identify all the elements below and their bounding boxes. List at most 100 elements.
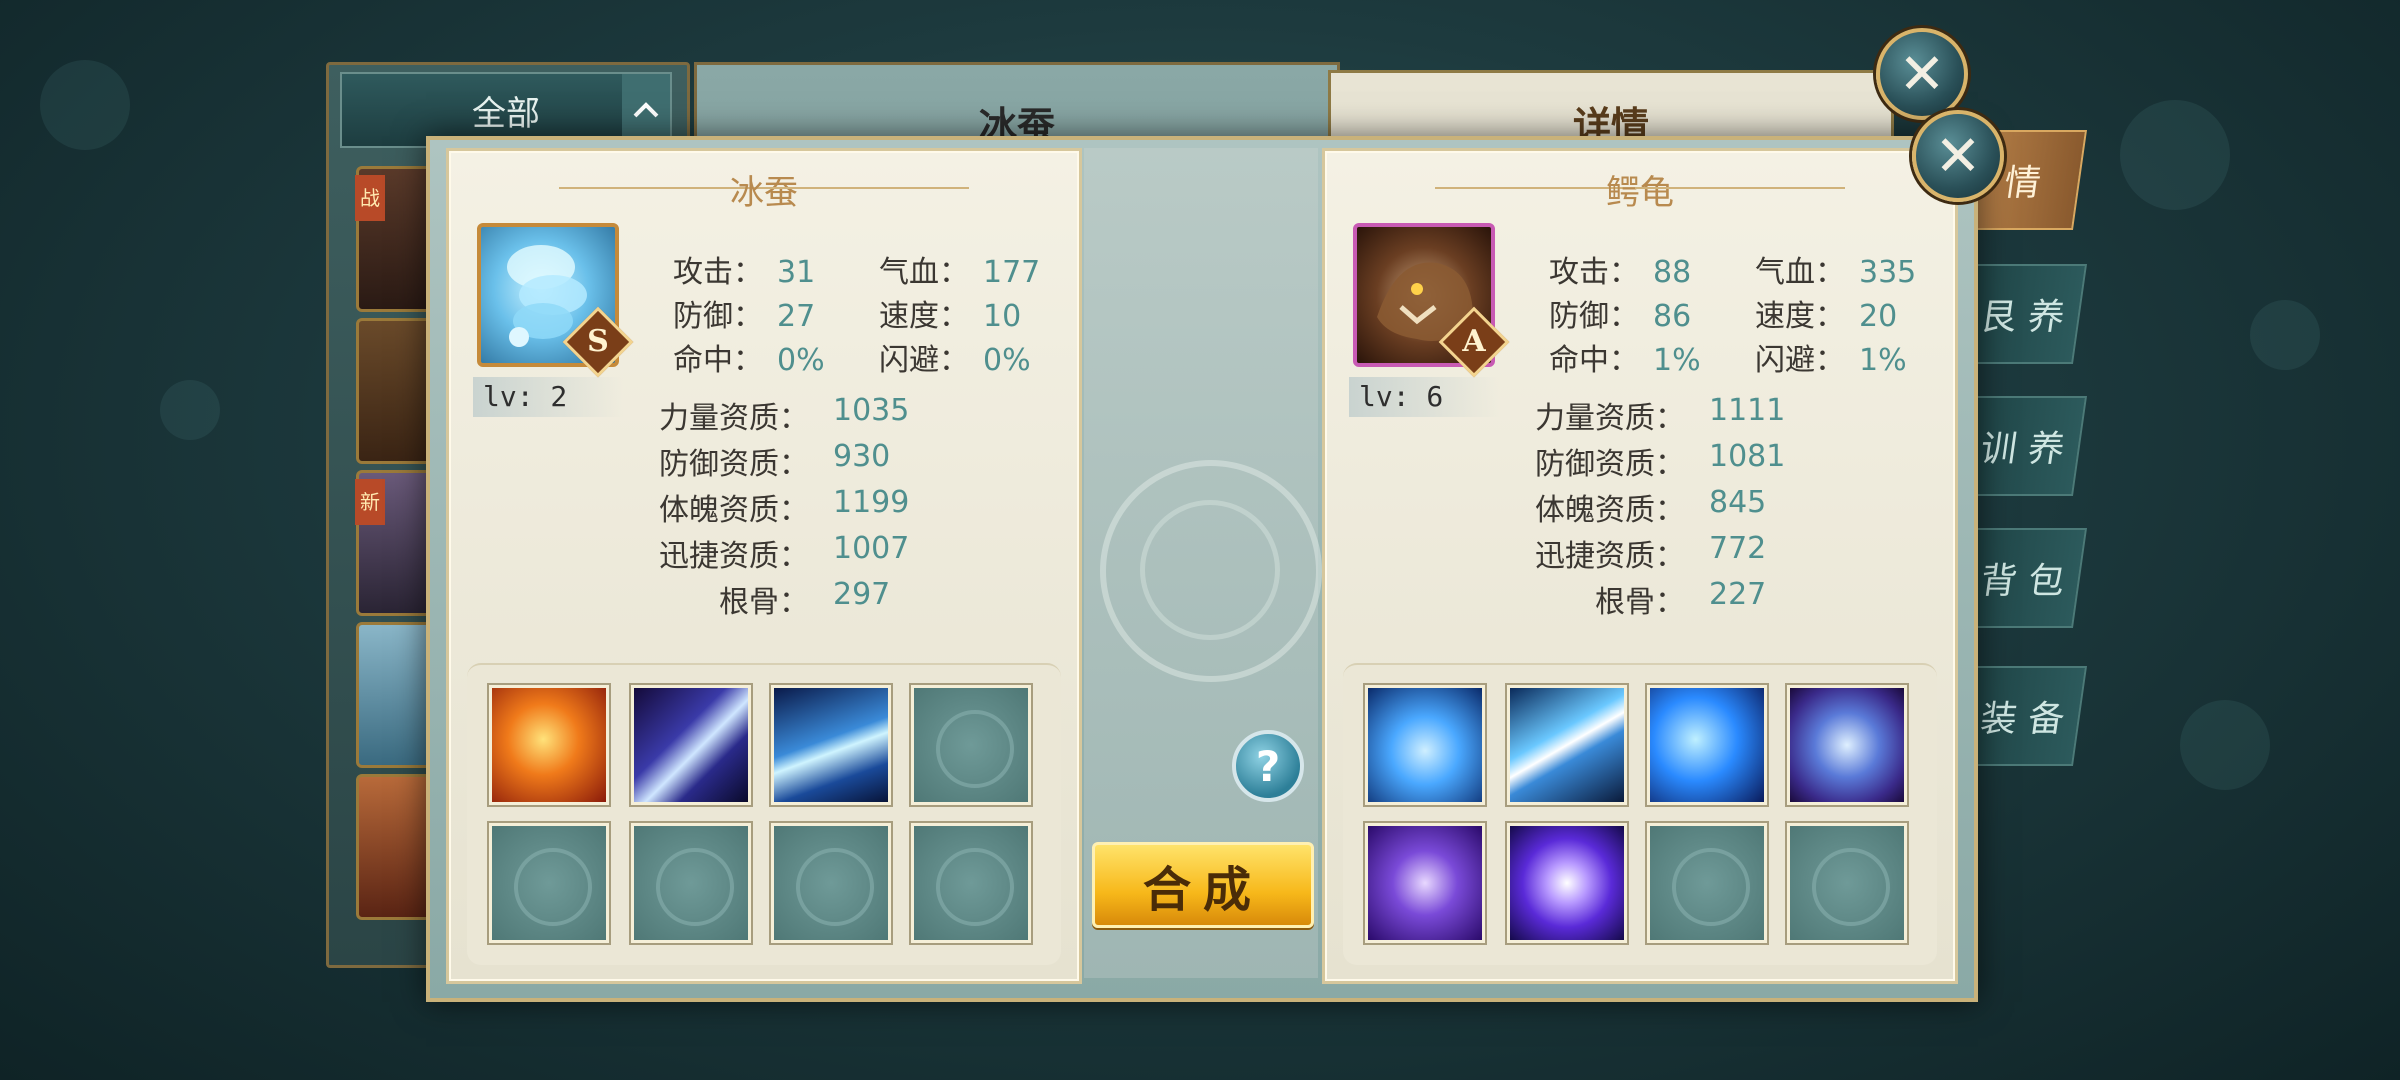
right-skill-grid <box>1343 663 1937 965</box>
title-ornament <box>1635 187 1845 189</box>
stat-attack: 攻击： 88 <box>1549 247 1691 291</box>
blue-beast-skill-icon[interactable] <box>1647 685 1767 805</box>
stat-value: 88 <box>1653 255 1692 290</box>
energy-orb-skill-icon[interactable] <box>1507 823 1627 943</box>
stat-label: 防御： <box>1549 299 1639 334</box>
stat-label: 气血： <box>879 255 969 290</box>
stat-value: 10 <box>983 299 1022 334</box>
stat-label: 闪避： <box>879 343 969 378</box>
background-bokeh <box>160 380 220 440</box>
aptitude-value: 1081 <box>1709 439 1786 474</box>
void-vortex-skill-icon[interactable] <box>1365 823 1485 943</box>
stat-label: 闪避： <box>1755 343 1845 378</box>
aptitude-value: 1035 <box>833 393 910 428</box>
stat-label: 攻击： <box>1549 255 1639 290</box>
tab-raise[interactable]: 艮 养 <box>1958 264 2088 364</box>
background-bokeh <box>2180 700 2270 790</box>
tab-label: 艮 养 <box>1977 297 2068 338</box>
stat-label: 速度： <box>879 299 969 334</box>
empty-skill-slot[interactable] <box>771 823 891 943</box>
fire-orb-skill-icon[interactable] <box>489 685 609 805</box>
pet-tag: 新 <box>355 479 385 525</box>
aptitude-label: 根骨： <box>719 585 809 620</box>
left-pet-panel: 冰蚕 S lv: 2 攻击： 31 气血： 177 防御： 27 速度： 10 命中： 0… <box>446 148 1082 984</box>
close-icon[interactable]: ✕ <box>1912 110 2004 202</box>
shield-skill-icon[interactable] <box>1787 685 1907 805</box>
right-pet-name: 鳄龟 <box>1606 173 1674 213</box>
stat-label: 防御： <box>673 299 763 334</box>
aptitude-label: 防御资质： <box>659 447 809 482</box>
stat-label: 命中： <box>1549 343 1639 378</box>
right-pet-panel: 鳄龟 A lv: 6 攻击： 88 气血： 335 防御： 86 速度： 20 命中： 1… <box>1322 148 1958 984</box>
background-bokeh <box>40 60 130 150</box>
stat-label: 气血： <box>1755 255 1845 290</box>
stat-label: 速度： <box>1755 299 1845 334</box>
stat-hp: 气血： 335 <box>1755 247 1916 291</box>
claw-slash-skill-icon[interactable] <box>631 685 751 805</box>
pet-tag: 战 <box>355 175 385 221</box>
aptitude-label: 迅捷资质： <box>1535 539 1685 574</box>
close-icon[interactable]: ✕ <box>1876 28 1968 120</box>
lightning-skill-icon[interactable] <box>1507 685 1627 805</box>
aptitude-label: 力量资质： <box>1535 401 1685 436</box>
stat-value: 86 <box>1653 299 1692 334</box>
grade-label: A <box>1462 324 1486 359</box>
stat-label: 攻击： <box>673 255 763 290</box>
stat-defense: 防御： 86 <box>1549 291 1691 335</box>
stat-hit: 命中： 1% <box>1549 335 1701 379</box>
aptitude-label: 体魄资质： <box>659 493 809 528</box>
tab-label: 装 备 <box>1977 699 2068 740</box>
title-ornament <box>759 187 969 189</box>
aptitude-value: 772 <box>1709 531 1767 566</box>
merge-button[interactable]: 合成 <box>1092 842 1314 928</box>
background-bokeh <box>2250 300 2320 370</box>
stat-value: 1% <box>1653 343 1701 378</box>
stat-speed: 速度： 20 <box>1755 291 1897 335</box>
empty-skill-slot[interactable] <box>911 685 1031 805</box>
stat-value: 31 <box>777 255 816 290</box>
stat-value: 1% <box>1859 343 1907 378</box>
aptitude-label: 根骨： <box>1595 585 1685 620</box>
stat-dodge: 闪避： 1% <box>1755 335 1907 379</box>
aptitude-label: 体魄资质： <box>1535 493 1685 528</box>
stat-value: 0% <box>777 343 825 378</box>
empty-skill-slot[interactable] <box>631 823 751 943</box>
stat-defense: 防御： 27 <box>673 291 815 335</box>
tab-bag[interactable]: 背 包 <box>1958 528 2088 628</box>
stat-value: 335 <box>1859 255 1917 290</box>
aptitude-label: 力量资质： <box>659 401 809 436</box>
help-button[interactable]: ? <box>1232 730 1304 802</box>
stat-dodge: 闪避： 0% <box>879 335 1031 379</box>
stat-label: 命中： <box>673 343 763 378</box>
left-pet-name: 冰蚕 <box>730 173 798 213</box>
aptitude-value: 930 <box>833 439 891 474</box>
stat-attack: 攻击： 31 <box>673 247 815 291</box>
ice-shard-skill-icon[interactable] <box>771 685 891 805</box>
stat-speed: 速度： 10 <box>879 291 1021 335</box>
empty-skill-slot[interactable] <box>489 823 609 943</box>
dragon-emblem-inner <box>1140 500 1280 640</box>
aptitude-value: 1007 <box>833 531 910 566</box>
tab-equipment[interactable]: 装 备 <box>1958 666 2088 766</box>
empty-skill-slot[interactable] <box>911 823 1031 943</box>
aptitude-value: 1111 <box>1709 393 1786 428</box>
stat-hp: 气血： 177 <box>879 247 1040 291</box>
tab-train[interactable]: 训 养 <box>1958 396 2088 496</box>
empty-skill-slot[interactable] <box>1787 823 1907 943</box>
empty-skill-slot[interactable] <box>1647 823 1767 943</box>
aptitude-value: 1199 <box>833 485 910 520</box>
aptitude-label: 迅捷资质： <box>659 539 809 574</box>
aptitude-label: 防御资质： <box>1535 447 1685 482</box>
grade-label: S <box>587 324 609 359</box>
tab-label: 背 包 <box>1977 561 2068 602</box>
water-heart-skill-icon[interactable] <box>1365 685 1485 805</box>
category-filter-label: 全部 <box>472 93 540 134</box>
stat-value: 177 <box>983 255 1041 290</box>
aptitude-value: 297 <box>833 577 891 612</box>
stat-value: 27 <box>777 299 816 334</box>
pet-level: lv: 6 <box>1349 377 1499 417</box>
tab-label: 情 <box>2001 163 2044 204</box>
aptitude-value: 227 <box>1709 577 1767 612</box>
aptitude-value: 845 <box>1709 485 1767 520</box>
background-bokeh <box>2120 100 2230 210</box>
